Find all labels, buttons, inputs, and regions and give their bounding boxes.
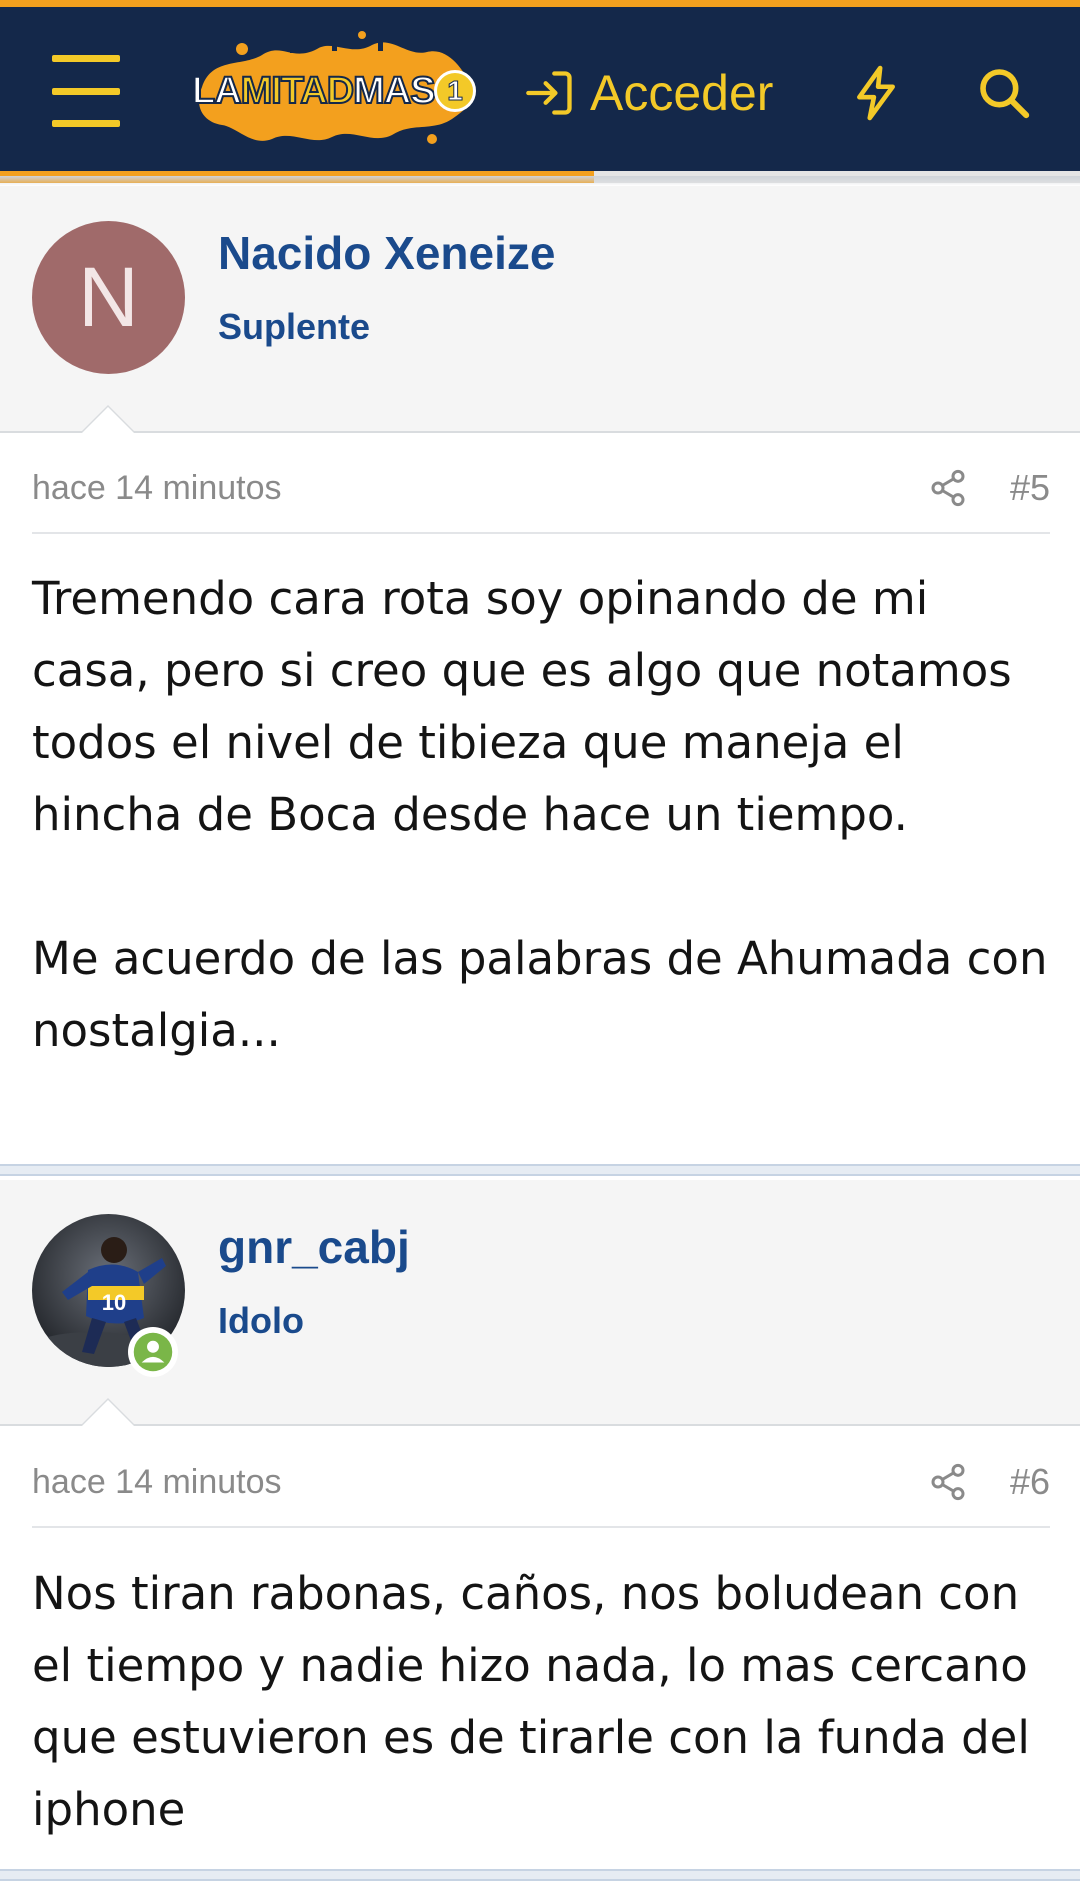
top-navigation-bar: LA MITAD MAS 1 Acceder [0,0,1080,183]
logo-badge: 1 [434,70,476,112]
logo-text-part2: MITAD [240,69,355,113]
username[interactable]: Nacido Xeneize [218,226,555,280]
avatar[interactable]: N [32,221,185,374]
avatar-jersey-number: 10 [102,1290,126,1315]
search-icon[interactable] [972,61,1036,125]
post-body: Tremendo cara rota soy opinando de mi ca… [32,572,1048,1057]
username[interactable]: gnr_cabj [218,1220,410,1274]
avatar-letter: N [32,221,185,374]
post-number[interactable]: #6 [1010,1461,1050,1503]
post-meta-row: hace 14 minutos #5 [32,444,1050,534]
user-block-pointer [80,1398,136,1426]
post-date[interactable]: hace 14 minutos [32,469,928,508]
share-icon[interactable] [928,1462,968,1502]
login-button[interactable]: Acceder [524,57,773,129]
post-user-block: 10 gnr_cabj Idolo [0,1180,1080,1426]
post-separator [0,1869,1080,1881]
site-logo[interactable]: LA MITAD MAS 1 [182,27,482,152]
menu-line [52,120,120,127]
header-shadow [0,176,1080,186]
user-title: Suplente [218,306,371,347]
post-separator [0,1164,1080,1176]
user-block-pointer [80,405,136,433]
share-icon[interactable] [928,468,968,508]
post-user-block: N Nacido Xeneize Suplente [0,186,1080,433]
menu-line [52,55,120,62]
login-label: Acceder [590,65,774,121]
user-online-icon [133,1332,173,1372]
user-title: Idolo [218,1300,304,1341]
sign-in-icon [526,71,572,115]
online-status-badge [128,1327,178,1377]
menu-line [52,87,120,95]
post-meta-row: hace 14 minutos #6 [32,1438,1050,1528]
logo-text-part1: LA [191,69,243,113]
logo-wordmark: LA MITAD MAS [191,67,437,115]
bolt-icon[interactable] [846,63,906,123]
post-date[interactable]: hace 14 minutos [32,1463,928,1502]
hamburger-menu-icon[interactable] [48,55,124,127]
post-number[interactable]: #5 [1010,467,1050,509]
post-body: Nos tiran rabonas, caños, nos boludean c… [32,1567,1030,1836]
logo-text-part3: MAS [352,69,436,113]
